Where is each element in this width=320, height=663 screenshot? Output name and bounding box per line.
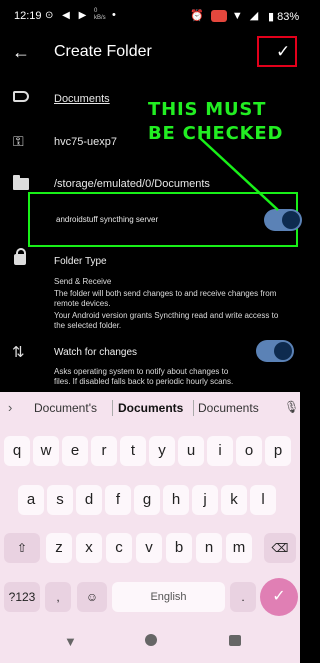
folder-type-value: Send & Receive — [54, 277, 112, 286]
battery-level: ▮ 83% — [268, 10, 299, 23]
watch-desc-2: files. If disabled falls back to periodi… — [54, 377, 234, 386]
key-f[interactable]: f — [105, 485, 131, 515]
watch-desc-1: Asks operating system to notify about ch… — [54, 367, 229, 376]
battery-percent: 83% — [277, 11, 300, 23]
notification-icons: ⊙ ◀ ▶ — [45, 10, 90, 21]
key-m[interactable]: m — [226, 533, 252, 563]
key-n[interactable]: n — [196, 533, 222, 563]
space-bar[interactable]: English — [112, 582, 225, 612]
shift-key[interactable]: ⇧ — [4, 533, 40, 563]
key-k[interactable]: k — [221, 485, 247, 515]
suggestion-3[interactable]: Documents — [198, 401, 259, 415]
suggestion-divider — [193, 400, 194, 416]
notification-dot: • — [112, 9, 116, 21]
period-key[interactable]: . — [230, 582, 256, 612]
key-s[interactable]: s — [47, 485, 73, 515]
key-icon: ⚿ — [13, 133, 24, 149]
key-x[interactable]: x — [76, 533, 102, 563]
emoji-icon[interactable]: ☺ — [77, 582, 107, 612]
network-speed: 0 kB/s — [94, 8, 106, 21]
symbols-key[interactable]: ?123 — [4, 582, 40, 612]
system-status-icons: ⏰ ▼ ◢ — [190, 9, 261, 23]
annotation-text: THIS MUST BE CHECKED — [148, 99, 284, 144]
folder-type-desc-1: The folder will both send changes to and… — [54, 289, 277, 298]
suggestion-divider — [112, 400, 113, 416]
check-icon[interactable]: ✓ — [276, 42, 290, 62]
device-name-label: androidstuff syncthing server — [56, 215, 159, 224]
status-bar: 12:19 ⊙ ◀ ▶ 0 kB/s • ⏰ ▼ ◢ ▮ 83% — [0, 0, 300, 34]
key-u[interactable]: u — [178, 436, 204, 466]
key-r[interactable]: r — [91, 436, 117, 466]
battery-icon: ▮ — [268, 11, 275, 23]
key-z[interactable]: z — [46, 533, 72, 563]
sync-icon: ⇅ — [12, 344, 25, 361]
key-t[interactable]: t — [120, 436, 146, 466]
key-j[interactable]: j — [192, 485, 218, 515]
key-p[interactable]: p — [265, 436, 291, 466]
key-c[interactable]: c — [106, 533, 132, 563]
key-h[interactable]: h — [163, 485, 189, 515]
toggle-knob — [274, 342, 292, 360]
android-access-2: the selected folder. — [54, 321, 122, 330]
key-b[interactable]: b — [166, 533, 192, 563]
alarm-icon: ⏰ — [190, 10, 206, 22]
folder-id-field[interactable]: hvc75-uexp7 — [54, 136, 117, 148]
android-access-1: Your Android version grants Syncthing re… — [54, 311, 279, 320]
key-y[interactable]: y — [149, 436, 175, 466]
folder-label-field[interactable]: Documents — [54, 93, 110, 105]
label-icon — [13, 91, 29, 102]
record-icon — [210, 10, 227, 23]
signal-icon: ◢ — [249, 10, 261, 22]
key-i[interactable]: i — [207, 436, 233, 466]
wifi-icon: ▼ — [231, 10, 245, 22]
back-arrow-icon[interactable]: ← — [12, 42, 30, 63]
key-o[interactable]: o — [236, 436, 262, 466]
nav-home-icon[interactable] — [145, 634, 157, 646]
folder-icon — [13, 175, 29, 190]
key-w[interactable]: w — [33, 436, 59, 466]
key-l[interactable]: l — [250, 485, 276, 515]
device-share-toggle[interactable] — [264, 209, 302, 231]
watch-changes-title[interactable]: Watch for changes — [54, 347, 137, 358]
enter-check-icon[interactable]: ✓ — [260, 578, 298, 616]
backspace-key[interactable]: ⌫ — [264, 533, 296, 563]
lock-icon — [14, 248, 26, 265]
key-d[interactable]: d — [76, 485, 102, 515]
page-title: Create Folder — [54, 43, 152, 60]
key-g[interactable]: g — [134, 485, 160, 515]
key-a[interactable]: a — [18, 485, 44, 515]
folder-type-title[interactable]: Folder Type — [54, 256, 107, 267]
comma-key[interactable]: , — [45, 582, 71, 612]
expand-toolbar-icon[interactable]: › — [8, 400, 12, 415]
nav-back-icon[interactable]: ▼ — [64, 634, 77, 649]
toggle-knob — [282, 211, 300, 229]
watch-changes-toggle[interactable] — [256, 340, 294, 362]
folder-type-desc-2: remote devices. — [54, 299, 111, 308]
key-e[interactable]: e — [62, 436, 88, 466]
nav-recents-icon[interactable] — [229, 635, 241, 646]
suggestion-1[interactable]: Document's — [34, 401, 97, 415]
microphone-icon[interactable]: 🎙 — [284, 400, 299, 414]
key-q[interactable]: q — [4, 436, 30, 466]
folder-path-field[interactable]: /storage/emulated/0/Documents — [54, 178, 210, 190]
key-v[interactable]: v — [136, 533, 162, 563]
suggestion-2[interactable]: Documents — [118, 401, 183, 415]
status-time: 12:19 — [14, 10, 42, 22]
